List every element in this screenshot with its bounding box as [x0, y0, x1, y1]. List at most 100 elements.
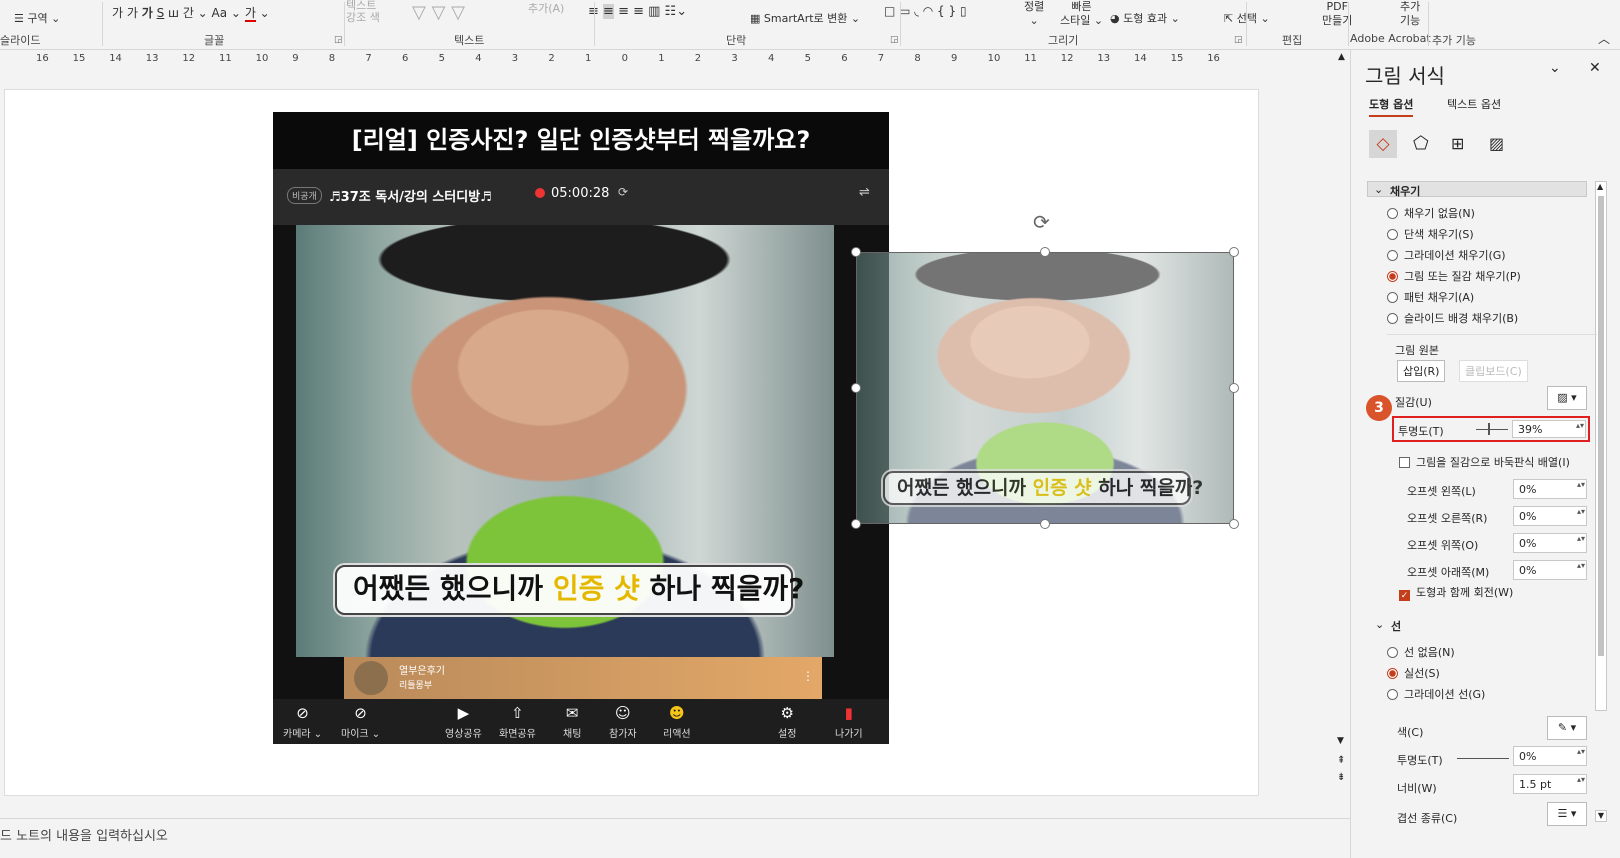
line-option-row[interactable]: 실선(S): [1387, 665, 1440, 681]
transparency-slider-thumb[interactable]: [1488, 423, 1490, 435]
picture-icon[interactable]: ▨: [1489, 130, 1504, 158]
upload-icon: ⇧: [511, 704, 524, 722]
resize-handle[interactable]: [851, 247, 861, 257]
fill-option-row[interactable]: 채우기 없음(N): [1387, 205, 1475, 221]
line-section-label[interactable]: 선: [1391, 618, 1401, 634]
line-option-radio[interactable]: [1387, 668, 1398, 679]
slide-scrollbar[interactable]: ▲ ▼ ⇞ ⇟: [1336, 50, 1350, 820]
fill-option-row[interactable]: 패턴 채우기(A): [1387, 289, 1474, 305]
tab-text-options[interactable]: 텍스트 옵션: [1447, 96, 1501, 112]
line-option-radio[interactable]: [1387, 689, 1398, 700]
fill-option-row[interactable]: 단색 채우기(S): [1387, 226, 1474, 242]
line-color-picker[interactable]: ✎ ▾: [1547, 716, 1587, 740]
texture-picker[interactable]: ▨ ▾: [1547, 386, 1587, 410]
clipboard-button[interactable]: 클립보드(C): [1459, 360, 1528, 382]
offset-input[interactable]: 0%: [1513, 506, 1587, 526]
line-width-input[interactable]: 1.5 pt: [1513, 774, 1587, 794]
scroll-down-icon[interactable]: ▼: [1337, 736, 1344, 746]
shape-effect-button[interactable]: ◕ 도형 효과 ⌄: [1110, 10, 1180, 26]
ruler-tick: 10: [255, 53, 269, 64]
fill-option-radio[interactable]: [1387, 208, 1398, 219]
resize-handle[interactable]: [1229, 247, 1239, 257]
fill-option-radio[interactable]: [1387, 313, 1398, 324]
line-section-chevron-icon[interactable]: ⌄: [1375, 618, 1384, 631]
settings-tool: ⚙ 설정: [778, 704, 796, 740]
selected-picture[interactable]: 어쨌든 했으니까 인증 샷 하나 찍을까?: [856, 252, 1234, 524]
fill-option-radio[interactable]: [1387, 250, 1398, 261]
ruler-tick: 5: [804, 53, 811, 64]
rotate-handle-icon[interactable]: ⟳: [1033, 210, 1050, 234]
group-label-paragraph: 단락: [726, 34, 747, 47]
add-text-button[interactable]: 추가(A): [528, 0, 564, 16]
offset-input[interactable]: 0%: [1513, 533, 1587, 553]
rotate-checkbox-row[interactable]: ✓ 도형과 함께 회전(W): [1399, 584, 1513, 601]
drawing-launcher-icon[interactable]: ◲: [1234, 35, 1243, 45]
fill-option-radio[interactable]: [1387, 292, 1398, 303]
resize-handle[interactable]: [1229, 383, 1239, 393]
prev-slide-icon[interactable]: ⇞: [1337, 755, 1345, 766]
resize-handle[interactable]: [1229, 519, 1239, 529]
fill-option-row[interactable]: 그라데이션 채우기(G): [1387, 247, 1506, 263]
text-style-icons[interactable]: ▽ ▽ ▽: [412, 2, 465, 23]
fill-option-label: 단색 채우기(S): [1404, 228, 1474, 241]
resize-handle[interactable]: [851, 519, 861, 529]
ruler-tick: 1: [585, 53, 592, 64]
font-format-buttons[interactable]: 가 가 가 S ꟺ 간 ⌄ Aa ⌄ 가 ⌄: [112, 4, 270, 22]
transparency-input[interactable]: 39%: [1512, 420, 1586, 438]
pane-scroll-thumb[interactable]: [1598, 196, 1604, 656]
zoom-screenshot-image[interactable]: [리얼] 인증사진? 일단 인증샷부터 찍을까요? 비공개 ♬37조 독서/강의…: [273, 112, 889, 744]
arrange-button[interactable]: 정렬 ⌄: [1024, 0, 1044, 28]
tab-shape-options[interactable]: 도형 옵션: [1369, 96, 1414, 117]
collapse-ribbon-icon[interactable]: ︿: [1598, 30, 1610, 47]
mic-label: 마이크 ⌄: [341, 729, 381, 740]
tile-checkbox[interactable]: [1399, 457, 1410, 468]
close-icon[interactable]: ✕: [1589, 60, 1601, 76]
line-transparency-slider[interactable]: [1457, 758, 1509, 759]
addin-button[interactable]: 추가 기능: [1400, 0, 1420, 28]
line-option-row[interactable]: 선 없음(N): [1387, 644, 1455, 660]
shapes-gallery[interactable]: □ ▭ ◟ ◠ { } ▯: [884, 4, 967, 18]
compound-type-picker[interactable]: ☰ ▾: [1547, 802, 1587, 826]
size-properties-icon[interactable]: ⊞: [1451, 130, 1464, 158]
paragraph-align-buttons[interactable]: ≡ ≡ ≡ ≡ ▥ ☷⌄: [588, 4, 687, 19]
line-transparency-input[interactable]: 0%: [1513, 746, 1587, 766]
fill-option-row[interactable]: 그림 또는 질감 채우기(P): [1387, 268, 1521, 284]
paragraph-launcher-icon[interactable]: ◲: [890, 35, 899, 45]
fill-option-radio[interactable]: [1387, 229, 1398, 240]
resize-handle[interactable]: [1040, 519, 1050, 529]
ruler-tick: 15: [72, 53, 86, 64]
offset-label: 오프셋 위쪽(O): [1407, 539, 1479, 552]
scroll-up-icon[interactable]: ▲: [1338, 52, 1345, 62]
shape-effect-label: 도형 효과: [1123, 12, 1168, 25]
pane-scroll-up-icon[interactable]: ▲: [1597, 182, 1603, 191]
text-effect-button[interactable]: 텍스트 강조 색: [346, 0, 380, 24]
insert-button[interactable]: 삽입(R): [1397, 360, 1446, 382]
slide-canvas[interactable]: [리얼] 인증사진? 일단 인증샷부터 찍을까요? 비공개 ♬37조 독서/강의…: [4, 89, 1259, 796]
fill-option-row[interactable]: 슬라이드 배경 채우기(B): [1387, 310, 1518, 326]
rotate-checkbox[interactable]: ✓: [1399, 590, 1410, 601]
line-option-radio[interactable]: [1387, 647, 1398, 658]
notes-area[interactable]: 드 노트의 내용을 입력하십시오: [0, 818, 1350, 858]
quick-style-button[interactable]: 빠른 스타일 ⌄: [1060, 0, 1103, 28]
pane-scroll-down-icon[interactable]: ▼: [1595, 810, 1607, 822]
offset-input[interactable]: 0%: [1513, 479, 1587, 499]
offset-input[interactable]: 0%: [1513, 560, 1587, 580]
pane-options-chevron-icon[interactable]: ⌄: [1549, 60, 1561, 76]
transparency-slider-track[interactable]: [1476, 429, 1508, 430]
tile-checkbox-row[interactable]: 그림을 질감으로 바둑판식 배열(I): [1399, 454, 1570, 470]
pane-scrollbar[interactable]: ▲: [1595, 181, 1607, 711]
ruler-tick: 2: [548, 53, 555, 64]
fill-option-radio[interactable]: [1387, 271, 1398, 282]
section-button[interactable]: ☰ 구역 ⌄: [14, 10, 60, 26]
effects-icon[interactable]: ⬠: [1413, 130, 1429, 158]
next-slide-icon[interactable]: ⇟: [1337, 772, 1345, 783]
divider: [1348, 2, 1349, 46]
font-launcher-icon[interactable]: ◲: [334, 35, 343, 45]
line-option-row[interactable]: 그라데이션 선(G): [1387, 686, 1485, 702]
fill-section-header[interactable]: ⌄ 채우기: [1367, 181, 1587, 198]
fill-line-icon[interactable]: ◇: [1369, 130, 1397, 158]
resize-handle[interactable]: [851, 383, 861, 393]
resize-handle[interactable]: [1040, 247, 1050, 257]
smartart-button[interactable]: ▦ SmartArt로 변환 ⌄: [750, 10, 860, 26]
ruler-tick: 4: [768, 53, 775, 64]
